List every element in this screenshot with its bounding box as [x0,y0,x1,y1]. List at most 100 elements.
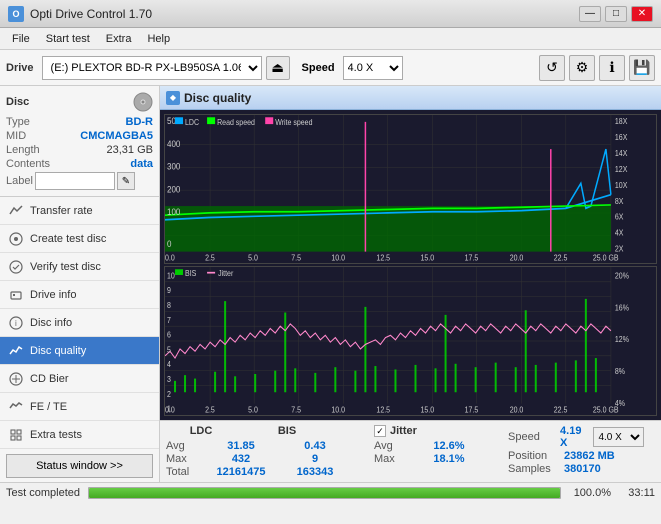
svg-text:20.0: 20.0 [510,405,524,415]
sidebar-item-extra-tests[interactable]: Extra tests [0,421,159,449]
sidebar-item-disc-info[interactable]: i Disc info [0,309,159,337]
jitter-max-value: 18.1% [414,453,484,465]
menu-bar: FileStart testExtraHelp [0,28,661,50]
charts-area: 500 400 300 200 100 0 18X 16X 14X 12X 10… [160,110,661,420]
svg-text:25.0 GB: 25.0 GB [593,253,619,263]
ldc-bis-stats: LDC BIS Avg 31.85 0.43 Max 432 9 Total 1… [166,425,350,478]
jitter-max-row: Max 18.1% [374,453,484,465]
svg-text:Jitter: Jitter [218,269,234,279]
max-label: Max [166,453,202,465]
sidebar-item-create-test-disc[interactable]: Create test disc [0,225,159,253]
disc-info-panel: Disc Type BD-R MID CMCMAGBA5 Length 23,3… [0,86,159,197]
svg-text:0.0: 0.0 [165,405,175,415]
svg-text:10X: 10X [615,180,627,190]
window-controls: — □ ✕ [579,6,653,22]
settings-button[interactable]: ⚙ [569,55,595,81]
verify-icon [8,259,24,275]
status-bar: Test completed 100.0% 33:11 [0,482,661,502]
svg-text:12%: 12% [615,335,629,345]
label-row: Label ✎ [6,172,153,190]
svg-text:8: 8 [167,301,171,311]
svg-text:Read speed: Read speed [217,118,255,128]
svg-text:100: 100 [167,207,181,218]
sidebar-item-fe-te[interactable]: FE / TE [0,393,159,421]
svg-text:10.0: 10.0 [331,253,345,263]
maximize-button[interactable]: □ [605,6,627,22]
drive-info-icon [8,287,24,303]
refresh-button[interactable]: ↺ [539,55,565,81]
save-button[interactable]: 💾 [629,55,655,81]
speed-stat-label: Speed [508,431,556,443]
svg-text:200: 200 [167,184,181,195]
jitter-checkbox[interactable]: ✓ [374,425,386,437]
minimize-button[interactable]: — [579,6,601,22]
drive-select[interactable]: (E:) PLEXTOR BD-R PX-LB950SA 1.06 [42,56,262,80]
stats-total-row: Total 12161475 163343 [166,466,350,478]
eject-button[interactable]: ⏏ [266,56,290,80]
disc-panel-title: Disc [6,96,29,108]
disc-length-value: 23,31 GB [107,144,153,156]
bottom-chart: 10 9 8 7 6 5 4 3 2 1 20% 16% 12% 8% 4% [164,266,657,416]
svg-text:16X: 16X [615,133,627,143]
jitter-avg-label: Avg [374,440,410,452]
label-input[interactable] [35,172,115,190]
svg-text:12X: 12X [615,164,627,174]
svg-text:0: 0 [167,239,172,250]
svg-text:9: 9 [167,286,171,296]
svg-text:3: 3 [167,375,171,385]
disc-contents-value: data [130,158,153,170]
menu-item-start-test[interactable]: Start test [38,31,98,47]
transfer-rate-icon [8,203,24,219]
svg-text:LDC: LDC [185,118,200,128]
bis-header: BIS [252,425,322,437]
svg-text:25.0 GB: 25.0 GB [593,405,619,415]
sidebar-item-drive-info[interactable]: Drive info [0,281,159,309]
sidebar: Disc Type BD-R MID CMCMAGBA5 Length 23,3… [0,86,160,482]
jitter-max-label: Max [374,453,410,465]
avg-ldc-value: 31.85 [206,440,276,452]
sidebar-item-disc-quality[interactable]: Disc quality [0,337,159,365]
svg-text:16%: 16% [615,303,629,313]
content-area: ◆ Disc quality [160,86,661,482]
progress-bar [89,488,560,498]
svg-text:8%: 8% [615,367,625,377]
svg-text:6: 6 [167,330,171,340]
svg-text:10: 10 [167,271,175,281]
sidebar-item-transfer-rate[interactable]: Transfer rate [0,197,159,225]
svg-text:15.0: 15.0 [421,253,435,263]
app-icon: O [8,6,24,22]
svg-text:12.5: 12.5 [376,253,390,263]
menu-item-extra[interactable]: Extra [98,31,140,47]
jitter-avg-value: 12.6% [414,440,484,452]
info-button[interactable]: ℹ [599,55,625,81]
close-button[interactable]: ✕ [631,6,653,22]
svg-text:20%: 20% [615,271,629,281]
svg-text:BIS: BIS [185,269,196,279]
menu-item-file[interactable]: File [4,31,38,47]
extra-tests-icon [8,427,24,443]
stats-max-row: Max 432 9 [166,453,350,465]
jitter-avg-row: Avg 12.6% [374,440,484,452]
svg-text:2: 2 [167,389,171,399]
disc-icon [133,92,153,112]
top-chart: 500 400 300 200 100 0 18X 16X 14X 12X 10… [164,114,657,264]
top-chart-svg: 500 400 300 200 100 0 18X 16X 14X 12X 10… [165,115,656,263]
total-label: Total [166,466,202,478]
cd-bier-icon [8,371,24,387]
jitter-stats: ✓ Jitter Avg 12.6% Max 18.1% [374,425,484,465]
app-title: Opti Drive Control 1.70 [30,7,579,21]
speed-select-small[interactable]: 4.0 X [593,427,644,447]
menu-item-help[interactable]: Help [139,31,178,47]
svg-text:2.5: 2.5 [205,253,215,263]
speed-select[interactable]: 4.0 X [343,56,403,80]
svg-text:22.5: 22.5 [554,253,568,263]
disc-contents-row: Contents data [6,158,153,170]
status-text: Test completed [6,487,80,499]
sidebar-item-cd-bier[interactable]: CD Bier [0,365,159,393]
label-edit-button[interactable]: ✎ [117,172,135,190]
sidebar-item-verify-test-disc[interactable]: Verify test disc [0,253,159,281]
fe-te-icon [8,399,24,415]
status-window-button[interactable]: Status window >> [6,454,153,478]
svg-text:5: 5 [167,345,171,355]
total-ldc-value: 12161475 [206,466,276,478]
